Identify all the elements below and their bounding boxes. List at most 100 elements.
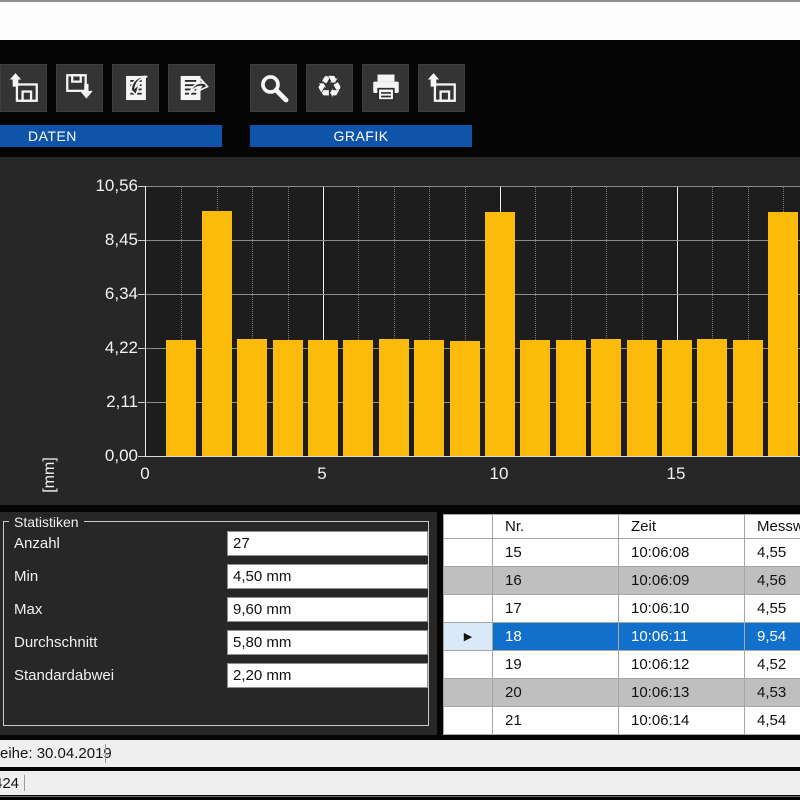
document-arrow-out-icon <box>175 71 209 105</box>
column-header-messwert[interactable]: Messwert <box>745 515 800 539</box>
cell-nr[interactable]: 16 <box>493 567 619 595</box>
document-arrow-in-icon <box>119 71 153 105</box>
stat-label-min: Min <box>14 568 38 585</box>
table-header-row: Nr. Zeit Messwert <box>444 515 800 539</box>
cell-zeit[interactable]: 10:06:10 <box>619 595 745 623</box>
cell-nr[interactable]: 18 <box>493 623 619 651</box>
chart-bar-5 <box>308 340 338 456</box>
y-tick-mark <box>138 456 145 457</box>
cell-messwert[interactable]: 4,55 <box>745 539 800 567</box>
y-tick-mark <box>138 240 145 241</box>
y-tick-label: 2,11 <box>66 392 138 412</box>
table-row-21[interactable]: 2110:06:144,54 <box>444 707 800 735</box>
stat-value-min[interactable] <box>227 564 428 589</box>
cell-zeit[interactable]: 10:06:11 <box>619 623 745 651</box>
chart-bar-4 <box>273 340 303 456</box>
table-row-17[interactable]: 1710:06:104,55 <box>444 595 800 623</box>
cell-nr[interactable]: 15 <box>493 539 619 567</box>
chart-bar-15 <box>662 340 692 456</box>
chart-bar-8 <box>414 340 444 456</box>
floppy-arrow-up-icon <box>7 71 41 105</box>
table-row-18[interactable]: ▶1810:06:119,54 <box>444 623 800 651</box>
row-selector-header <box>444 515 493 539</box>
cell-zeit[interactable]: 10:06:12 <box>619 651 745 679</box>
daten-group-label-text: DATEN <box>28 128 77 144</box>
y-tick-label: 0,00 <box>66 446 138 466</box>
export-graphic-button[interactable] <box>418 64 465 112</box>
statistics-groupbox-title: Statistiken <box>9 514 84 530</box>
chart-bar-2 <box>202 211 232 456</box>
chart-bar-1 <box>166 340 196 456</box>
x-tick-label: 0 <box>123 464 167 484</box>
statistics-panel: Statistiken AnzahlMinMaxDurchschnittStan… <box>0 512 437 735</box>
table-row-15[interactable]: 1510:06:084,55 <box>444 539 800 567</box>
chart-bar-17 <box>733 340 763 456</box>
statusbar-date-text: eihe: 30.04.2019 <box>0 745 112 762</box>
row-selector-cell[interactable] <box>444 567 493 595</box>
stat-label-anzahl: Anzahl <box>14 535 60 552</box>
cell-nr[interactable]: 19 <box>493 651 619 679</box>
printer-icon <box>369 71 403 105</box>
statusbar-counter-text: 424 <box>0 775 19 792</box>
measurement-table: Nr. Zeit Messwert 1510:06:084,551610:06:… <box>443 514 800 735</box>
refresh-button[interactable]: ♻ <box>306 64 353 112</box>
cell-zeit[interactable]: 10:06:13 <box>619 679 745 707</box>
row-selector-cell[interactable] <box>444 679 493 707</box>
chart-gridline-horizontal <box>146 240 800 241</box>
cell-messwert[interactable]: 4,54 <box>745 707 800 735</box>
statusbar-separator <box>24 775 25 791</box>
grafik-toolbar: ♻ <box>250 64 465 112</box>
y-tick-mark <box>138 186 145 187</box>
cell-zeit[interactable]: 10:06:09 <box>619 567 745 595</box>
floppy-arrow-up-icon <box>425 71 459 105</box>
cell-messwert[interactable]: 4,55 <box>745 595 800 623</box>
app-window: ♻ DATEN GRAFIK [mm] 0,002,114,226,348,45… <box>0 0 800 800</box>
current-row-marker[interactable]: ▶ <box>444 623 493 651</box>
grafik-group-label: GRAFIK <box>250 125 472 147</box>
cell-zeit[interactable]: 10:06:08 <box>619 539 745 567</box>
y-tick-mark <box>138 294 145 295</box>
open-data-button[interactable] <box>0 64 47 112</box>
column-header-nr[interactable]: Nr. <box>493 515 619 539</box>
print-button[interactable] <box>362 64 409 112</box>
chart-panel: [mm] 0,002,114,226,348,4510,56 051015 <box>0 157 800 505</box>
x-tick-label: 5 <box>300 464 344 484</box>
y-tick-label: 8,45 <box>66 230 138 250</box>
cell-messwert[interactable]: 4,56 <box>745 567 800 595</box>
table-row-16[interactable]: 1610:06:094,56 <box>444 567 800 595</box>
row-selector-cell[interactable] <box>444 651 493 679</box>
save-data-button[interactable] <box>56 64 103 112</box>
stat-value-max[interactable] <box>227 597 428 622</box>
cell-zeit[interactable]: 10:06:14 <box>619 707 745 735</box>
column-header-zeit[interactable]: Zeit <box>619 515 745 539</box>
cell-messwert[interactable]: 4,53 <box>745 679 800 707</box>
chart-bar-10 <box>485 212 515 456</box>
cell-nr[interactable]: 20 <box>493 679 619 707</box>
chart-plot-area <box>145 186 800 457</box>
cell-messwert[interactable]: 9,54 <box>745 623 800 651</box>
stat-value-standardabwei[interactable] <box>227 663 428 688</box>
import-data-button[interactable] <box>112 64 159 112</box>
chart-bar-16 <box>697 339 727 456</box>
window-title-area <box>0 2 800 40</box>
row-selector-cell[interactable] <box>444 707 493 735</box>
statusbar-primary: eihe: 30.04.2019 <box>0 740 800 767</box>
table-row-20[interactable]: 2010:06:134,53 <box>444 679 800 707</box>
chart-gridline-horizontal <box>146 186 800 187</box>
stat-value-durchschnitt[interactable] <box>227 630 428 655</box>
zoom-button[interactable] <box>250 64 297 112</box>
chart-bar-3 <box>237 339 267 456</box>
stat-label-durchschnitt: Durchschnitt <box>14 634 97 651</box>
cell-nr[interactable]: 21 <box>493 707 619 735</box>
cell-messwert[interactable]: 4,52 <box>745 651 800 679</box>
row-selector-cell[interactable] <box>444 539 493 567</box>
stat-label-standardabwei: Standardabwei <box>14 667 114 684</box>
row-selector-cell[interactable] <box>444 595 493 623</box>
chart-bar-7 <box>379 339 409 456</box>
cell-nr[interactable]: 17 <box>493 595 619 623</box>
export-data-button[interactable] <box>168 64 215 112</box>
x-tick-label: 15 <box>654 464 698 484</box>
magnifier-icon <box>257 71 291 105</box>
table-row-19[interactable]: 1910:06:124,52 <box>444 651 800 679</box>
stat-value-anzahl[interactable] <box>227 531 428 556</box>
